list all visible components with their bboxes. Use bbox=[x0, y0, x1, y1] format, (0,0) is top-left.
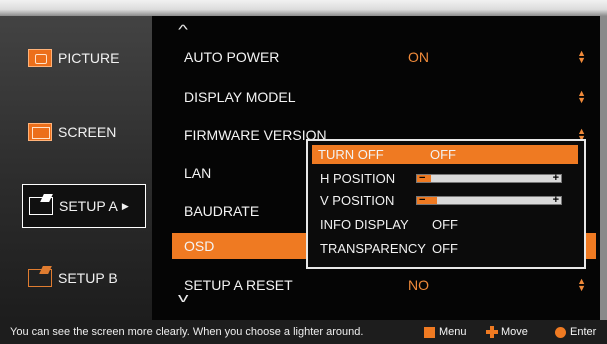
osd-option-value: OFF bbox=[432, 241, 458, 256]
sidebar-item-picture[interactable]: PICTURE bbox=[22, 40, 146, 76]
plus-icon[interactable]: + bbox=[553, 173, 559, 184]
menu-hint-label: Menu bbox=[439, 326, 467, 338]
help-message: You can see the screen more clearly. Whe… bbox=[10, 326, 364, 338]
osd-option-label: TRANSPARENCY bbox=[320, 241, 426, 256]
osd-info-display-row[interactable]: INFO DISPLAY OFF bbox=[314, 215, 580, 234]
plus-icon[interactable]: + bbox=[553, 195, 559, 206]
menu-hint[interactable]: Menu bbox=[424, 326, 467, 338]
scroll-up-icon[interactable]: ^ bbox=[178, 22, 188, 37]
osd-option-value: OFF bbox=[432, 217, 458, 232]
menu-row-auto-power[interactable]: AUTO POWER ON ▲ ▼ bbox=[172, 44, 596, 70]
top-bar bbox=[0, 0, 607, 16]
updown-arrow-icon[interactable]: ▲ ▼ bbox=[577, 277, 586, 293]
menu-row-label: SETUP A RESET bbox=[184, 277, 293, 293]
enter-hint-label: Enter bbox=[570, 326, 597, 338]
enter-hint[interactable]: Enter bbox=[555, 326, 596, 338]
menu-row-label: AUTO POWER bbox=[184, 49, 280, 65]
minus-icon[interactable]: − bbox=[419, 173, 425, 184]
menu-row-value: ON bbox=[408, 49, 429, 65]
menu-button-icon bbox=[424, 326, 435, 338]
menu-row-label: LAN bbox=[184, 165, 212, 181]
osd-option-value: OFF bbox=[430, 147, 456, 162]
move-arrows-icon bbox=[486, 326, 498, 338]
sidebar-item-label: SCREEN bbox=[58, 124, 117, 140]
menu-row-label: OSD bbox=[184, 238, 215, 254]
h-position-slider[interactable]: − + bbox=[416, 173, 562, 184]
panel-edge bbox=[600, 16, 607, 320]
status-bar: You can see the screen more clearly. Whe… bbox=[0, 320, 607, 344]
sidebar-item-screen[interactable]: SCREEN bbox=[22, 114, 146, 150]
osd-option-label: INFO DISPLAY bbox=[320, 217, 409, 232]
menu-row-label: BAUDRATE bbox=[184, 203, 260, 219]
sidebar-item-label: PICTURE bbox=[58, 50, 120, 66]
minus-icon[interactable]: − bbox=[419, 195, 425, 206]
move-hint[interactable]: Move bbox=[486, 326, 528, 338]
screen-icon bbox=[28, 123, 52, 141]
chevron-right-icon: ▶ bbox=[121, 200, 129, 211]
osd-screen: PICTURE SCREEN SETUP A ▶ SETUP B ^ AUTO … bbox=[0, 0, 607, 344]
sidebar-item-label: SETUP A bbox=[59, 198, 118, 214]
picture-icon bbox=[28, 49, 52, 67]
scroll-down-icon[interactable]: v bbox=[178, 290, 188, 305]
menu-row-label: DISPLAY MODEL bbox=[184, 89, 296, 105]
osd-v-position-row[interactable]: V POSITION − + bbox=[314, 191, 580, 210]
menu-row-display-model[interactable]: DISPLAY MODEL ▲ ▼ bbox=[172, 84, 596, 110]
osd-turn-off-row[interactable]: TURN OFF OFF bbox=[312, 145, 578, 164]
osd-option-label: V POSITION bbox=[320, 193, 395, 208]
sidebar-item-label: SETUP B bbox=[58, 270, 118, 286]
enter-button-icon bbox=[555, 326, 566, 338]
sidebar-item-setup-b[interactable]: SETUP B bbox=[22, 260, 146, 296]
menu-row-value: NO bbox=[408, 277, 429, 293]
sidebar-item-setup-a[interactable]: SETUP A ▶ bbox=[22, 184, 146, 228]
updown-arrow-icon[interactable]: ▲ ▼ bbox=[577, 89, 586, 105]
menu-row-setup-a-reset[interactable]: SETUP A RESET NO ▲ ▼ bbox=[172, 272, 596, 298]
v-position-slider[interactable]: − + bbox=[416, 195, 562, 206]
osd-transparency-row[interactable]: TRANSPARENCY OFF bbox=[314, 239, 580, 258]
updown-arrow-icon[interactable]: ▲ ▼ bbox=[577, 49, 586, 65]
osd-submenu-popup: TURN OFF OFF H POSITION − + V POSITION −… bbox=[306, 139, 586, 269]
osd-option-label: TURN OFF bbox=[318, 147, 384, 162]
setup-a-icon bbox=[29, 197, 53, 215]
sidebar: PICTURE SCREEN SETUP A ▶ SETUP B bbox=[0, 16, 152, 320]
osd-option-label: H POSITION bbox=[320, 171, 396, 186]
osd-h-position-row[interactable]: H POSITION − + bbox=[314, 169, 580, 188]
move-hint-label: Move bbox=[501, 326, 528, 338]
setup-b-icon bbox=[28, 269, 52, 287]
